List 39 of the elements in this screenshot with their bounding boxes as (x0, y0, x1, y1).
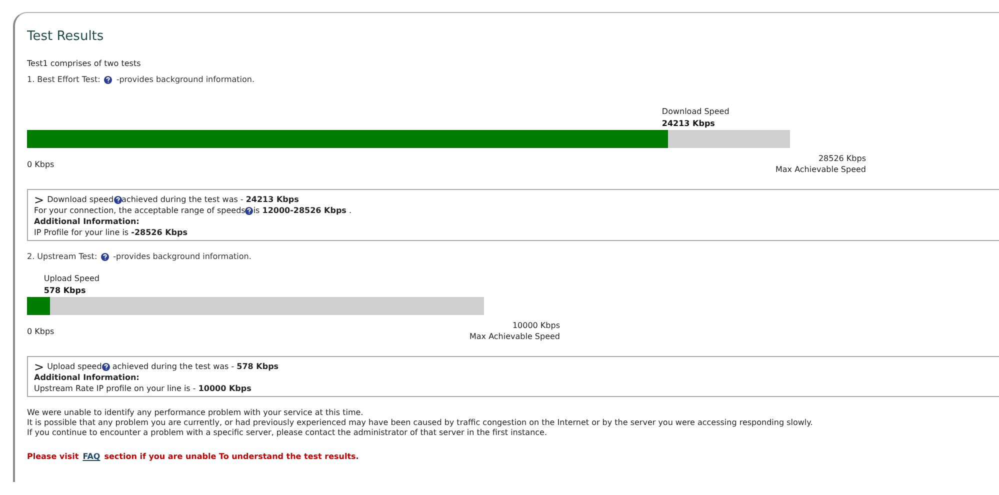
faq-link[interactable]: FAQ (82, 452, 100, 461)
detail-text: IP Profile for your line is -28526 Kbps (34, 227, 188, 238)
detail-text: is 12000-28526 Kbps . (253, 205, 352, 216)
max-speed-value: 10000 Kbps (512, 320, 560, 331)
detail-heading: Additional Information: (34, 372, 140, 383)
help-icon[interactable] (101, 252, 110, 260)
max-speed-value: 28526 Kbps (818, 153, 866, 164)
min-speed-label: 0 Kbps (27, 326, 54, 336)
page-title: Test Results (27, 29, 105, 44)
help-icon[interactable] (245, 206, 254, 214)
max-speed-label: Max Achievable Speed (775, 164, 866, 175)
arrow-glyph: > (34, 194, 44, 204)
help-icon[interactable] (102, 362, 110, 370)
help-icon[interactable] (114, 196, 122, 204)
arrow-glyph: > (34, 362, 44, 372)
summary-text: We were unable to identify any performance problem with your service at this time. (27, 408, 364, 417)
detail-heading: Additional Information: (34, 216, 140, 227)
detail-text: Download speed (47, 194, 114, 205)
speed-label: Upload Speed (44, 274, 100, 283)
speed-value: 24213 Kbps (662, 119, 715, 128)
intro-text: Test1 comprises of two tests (27, 59, 142, 68)
test-heading-note: -provides background information. (116, 75, 255, 84)
test-heading-note: -provides background information. (113, 252, 252, 261)
detail-text: achieved during the test was - 24213 Kbps (122, 194, 299, 205)
speed-value: 578 Kbps (44, 286, 86, 295)
notice-text: Please visit (27, 452, 79, 461)
detail-text: achieved during the test was - 578 Kbps (111, 361, 279, 372)
summary-text: If you continue to encounter a problem with a specific server, please contact the administrator of that server in the first instance. (27, 428, 547, 437)
test-heading: 2. Upstream Test: (27, 252, 98, 261)
test-heading: 1. Best Effort Test: (27, 75, 100, 84)
notice-text: section if you are unable To understand the test results. (104, 452, 359, 461)
detail-text: For your connection, the acceptable range of speeds (34, 205, 246, 216)
max-speed-label: Max Achievable Speed (469, 331, 560, 342)
help-icon[interactable] (104, 76, 112, 84)
min-speed-label: 0 Kbps (27, 158, 54, 170)
speed-label: Download Speed (662, 107, 730, 116)
detail-text: Upstream Rate IP profile on your line is - 10000 Kbps (34, 383, 252, 394)
detail-text: Upload speed (47, 361, 102, 372)
summary-text: It is possible that any problem you are currently, or had previously experienced may have been caused by traffic congestion on the Internet or by the server you were accessing responding slowly. (27, 418, 813, 427)
